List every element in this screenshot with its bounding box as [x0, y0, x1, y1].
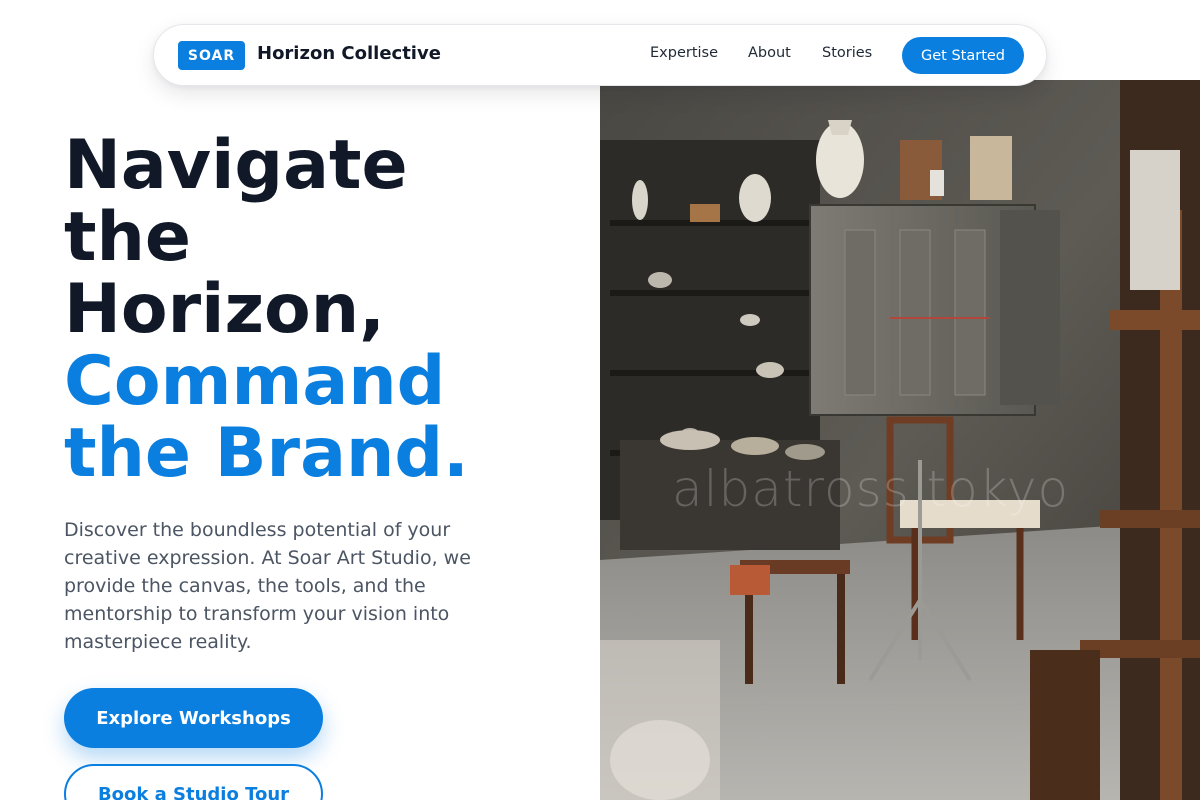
brand-badge[interactable]: SOAR [178, 41, 245, 70]
studio-photo [600, 80, 1200, 800]
nav-link-stories[interactable]: Stories [822, 45, 872, 61]
brand-name[interactable]: Horizon Collective [257, 43, 441, 64]
explore-workshops-button[interactable]: Explore Workshops [64, 688, 323, 748]
book-studio-tour-button[interactable]: Book a Studio Tour [64, 764, 323, 800]
headline-accent-line: the Brand. [64, 414, 469, 493]
headline-line: Horizon, [64, 270, 386, 349]
hero-description: Discover the boundless potential of your… [64, 519, 471, 653]
hero-headline: Navigate the Horizon, Command the Brand. [64, 130, 584, 490]
nav-link-expertise[interactable]: Expertise [650, 45, 718, 61]
headline-accent-line: Command [64, 342, 446, 421]
image-watermark: albatross tokyo [672, 460, 1070, 518]
get-started-button[interactable]: Get Started [902, 37, 1024, 74]
nav-link-about[interactable]: About [748, 45, 791, 61]
hero-image: albatross tokyo [600, 80, 1200, 800]
headline-line: Navigate [64, 126, 408, 205]
headline-line: the [64, 198, 192, 277]
navbar: SOAR Horizon Collective Expertise About … [153, 24, 1047, 86]
